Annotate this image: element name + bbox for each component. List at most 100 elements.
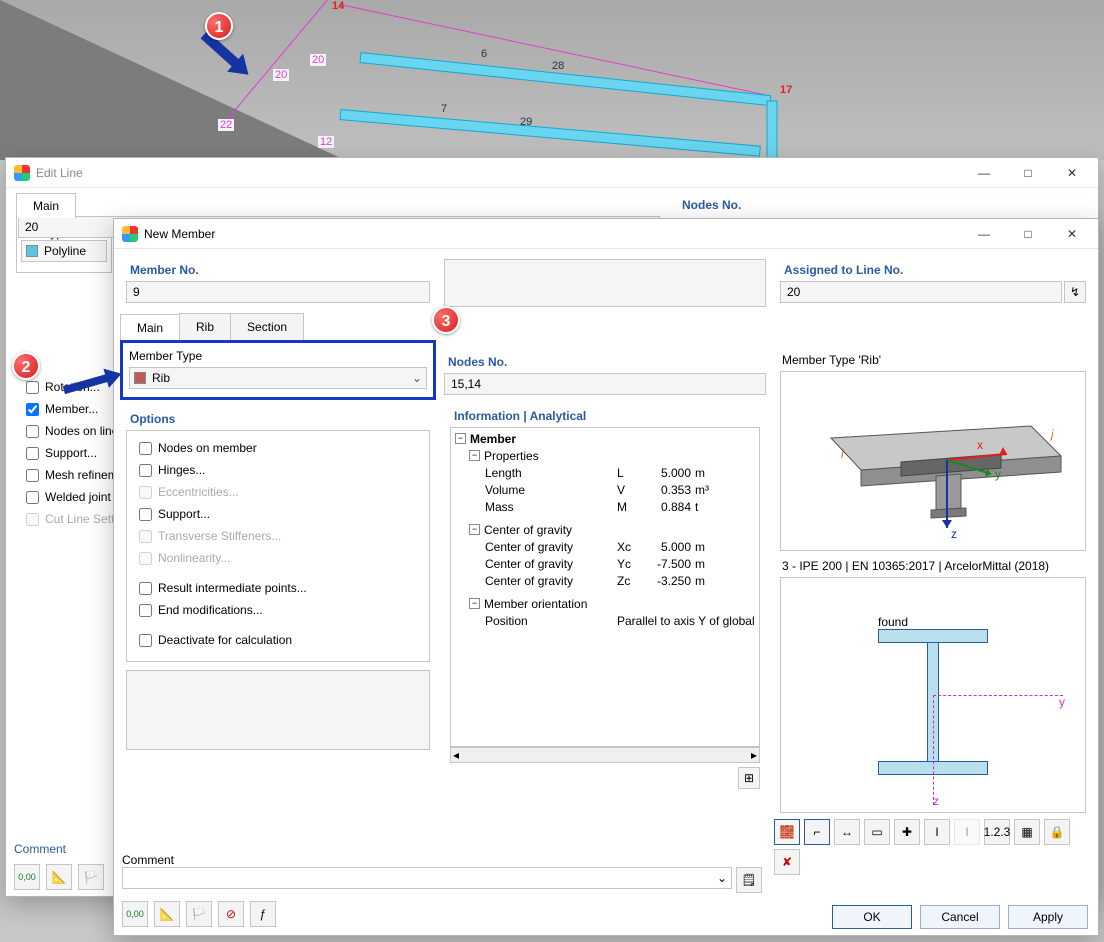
opt-cut-line: Cut Line Settings (18, 508, 126, 530)
new-member-window: New Member — □ ✕ Member No. Main Rib Sec… (113, 218, 1099, 936)
callout-2: 2 (12, 352, 40, 380)
chevron-down-icon[interactable]: ⌄ (717, 871, 727, 885)
minimize-button[interactable]: — (962, 159, 1006, 187)
titlebar[interactable]: Edit Line — □ ✕ (6, 158, 1098, 188)
coords-button[interactable]: 1.2.3 (984, 819, 1010, 845)
opt-hinges[interactable]: Hinges... (131, 459, 425, 481)
tree-toggle[interactable]: − (469, 598, 480, 609)
elem-id: 29 (520, 116, 532, 128)
opt-deactivate[interactable]: Deactivate for calculation (131, 629, 425, 651)
delete-button[interactable]: ✘ (774, 849, 800, 875)
opt-result-points[interactable]: Result intermediate points... (131, 577, 425, 599)
polyline-swatch (26, 245, 38, 257)
minimize-button[interactable]: — (962, 220, 1006, 248)
flag-button[interactable]: 🏳️ (186, 901, 212, 927)
assigned-input[interactable] (780, 281, 1062, 303)
tab-main[interactable]: Main (120, 314, 180, 341)
comment-label: Comment (122, 853, 762, 867)
flag-button[interactable]: 🏳️ (78, 864, 104, 890)
profile-button[interactable]: I (924, 819, 950, 845)
opt-mesh-refine[interactable]: Mesh refinement (18, 464, 126, 486)
preview-toolbar: 🧱 ⌐ ↔ ▭ ✚ I I 1.2.3 ▦ 🔒 ✘ (774, 819, 1092, 875)
tree-toggle[interactable]: − (455, 433, 466, 444)
tab-main[interactable]: Main (16, 193, 76, 218)
opt-support[interactable]: Support... (131, 503, 425, 525)
opt-member[interactable]: Member... (18, 398, 126, 420)
origin-button[interactable]: ✚ (894, 819, 920, 845)
titlebar[interactable]: New Member — □ ✕ (114, 219, 1098, 249)
callout-3: 3 (432, 306, 460, 334)
preview-rib-title: Member Type 'Rib' (780, 351, 1086, 371)
beam (340, 109, 761, 157)
opt-welded[interactable]: Welded joint (18, 486, 126, 508)
cancel-select-button[interactable]: ⊘ (218, 901, 244, 927)
preview-section: found y z (780, 577, 1086, 813)
window-title: New Member (144, 227, 215, 241)
axis-y-label: y (1059, 695, 1065, 709)
flange-top (878, 629, 988, 643)
section-button[interactable]: ▭ (864, 819, 890, 845)
info-label: Information | Analytical (450, 405, 760, 427)
axes-button[interactable]: ⌐ (804, 819, 830, 845)
maximize-button[interactable]: □ (1006, 159, 1050, 187)
node-label: 22 (218, 119, 234, 131)
axis-button[interactable]: 📐 (46, 864, 72, 890)
pick-line-button[interactable]: ↯ (1064, 281, 1086, 303)
horizontal-scrollbar[interactable]: ◂ ▸ (450, 747, 760, 763)
opt-nodes-on-member[interactable]: Nodes on member (131, 437, 425, 459)
scroll-left-icon[interactable]: ◂ (453, 748, 459, 762)
node-label: 20 (273, 69, 289, 81)
tree-toggle[interactable]: − (469, 524, 480, 535)
units-button[interactable]: 0,00 (14, 864, 40, 890)
opt-nodes-on-line[interactable]: Nodes on line (18, 420, 126, 442)
opt-transverse: Transverse Stiffeners... (131, 525, 425, 547)
cancel-button[interactable]: Cancel (920, 905, 1000, 929)
edit-line-options: Rotation... Member... Nodes on line Supp… (18, 376, 126, 530)
tab-section[interactable]: Section (230, 313, 304, 340)
nodes-no-input[interactable] (444, 373, 766, 395)
script-button[interactable]: ƒ (250, 901, 276, 927)
blank-panel (126, 670, 430, 750)
grid-button[interactable]: ▦ (1014, 819, 1040, 845)
close-button[interactable]: ✕ (1050, 159, 1094, 187)
nodes-no-label: Nodes No. (444, 351, 766, 373)
comment-pick-button[interactable]: 🗒 (736, 867, 762, 893)
ok-button[interactable]: OK (832, 905, 912, 929)
rib-swatch (134, 372, 146, 384)
elem-id: 6 (481, 48, 487, 60)
dimension-button[interactable]: ↔ (834, 819, 860, 845)
app-icon (14, 165, 30, 181)
node-label: 20 (310, 54, 326, 66)
node-id: 17 (780, 84, 792, 96)
tree-toggle[interactable]: − (469, 450, 480, 461)
config-button[interactable]: ⊞ (738, 767, 760, 789)
shade-surface (0, 0, 345, 160)
options-label: Options (126, 408, 430, 430)
maximize-button[interactable]: □ (1006, 220, 1050, 248)
svg-text:z: z (951, 527, 957, 541)
callout-1: 1 (205, 12, 233, 40)
elem-id: 7 (441, 103, 447, 115)
tab-rib[interactable]: Rib (179, 313, 231, 340)
opt-end-mod[interactable]: End modifications... (131, 599, 425, 621)
node-id: 14 (332, 0, 344, 12)
assigned-label: Assigned to Line No. (780, 259, 1086, 281)
svg-text:i: i (841, 447, 844, 461)
node-label: 12 (318, 136, 334, 148)
svg-text:x: x (977, 438, 983, 452)
view-mode-button[interactable]: 🧱 (774, 819, 800, 845)
scroll-right-icon[interactable]: ▸ (751, 748, 757, 762)
close-button[interactable]: ✕ (1050, 220, 1094, 248)
axis-button[interactable]: 📐 (154, 901, 180, 927)
member-type-select[interactable]: Rib ⌄ (129, 367, 427, 389)
opt-support[interactable]: Support... (18, 442, 126, 464)
lock-button[interactable]: 🔒 (1044, 819, 1070, 845)
line-type-value: Polyline (44, 244, 86, 258)
units-button[interactable]: 0,00 (122, 901, 148, 927)
svg-text:y: y (995, 467, 1001, 481)
apply-button[interactable]: Apply (1008, 905, 1088, 929)
chevron-down-icon: ⌄ (412, 371, 422, 385)
member-no-input[interactable] (126, 281, 430, 303)
profile-gray-button[interactable]: I (954, 819, 980, 845)
3d-viewport: 14 17 20 20 22 12 6 28 7 29 (0, 0, 1104, 160)
